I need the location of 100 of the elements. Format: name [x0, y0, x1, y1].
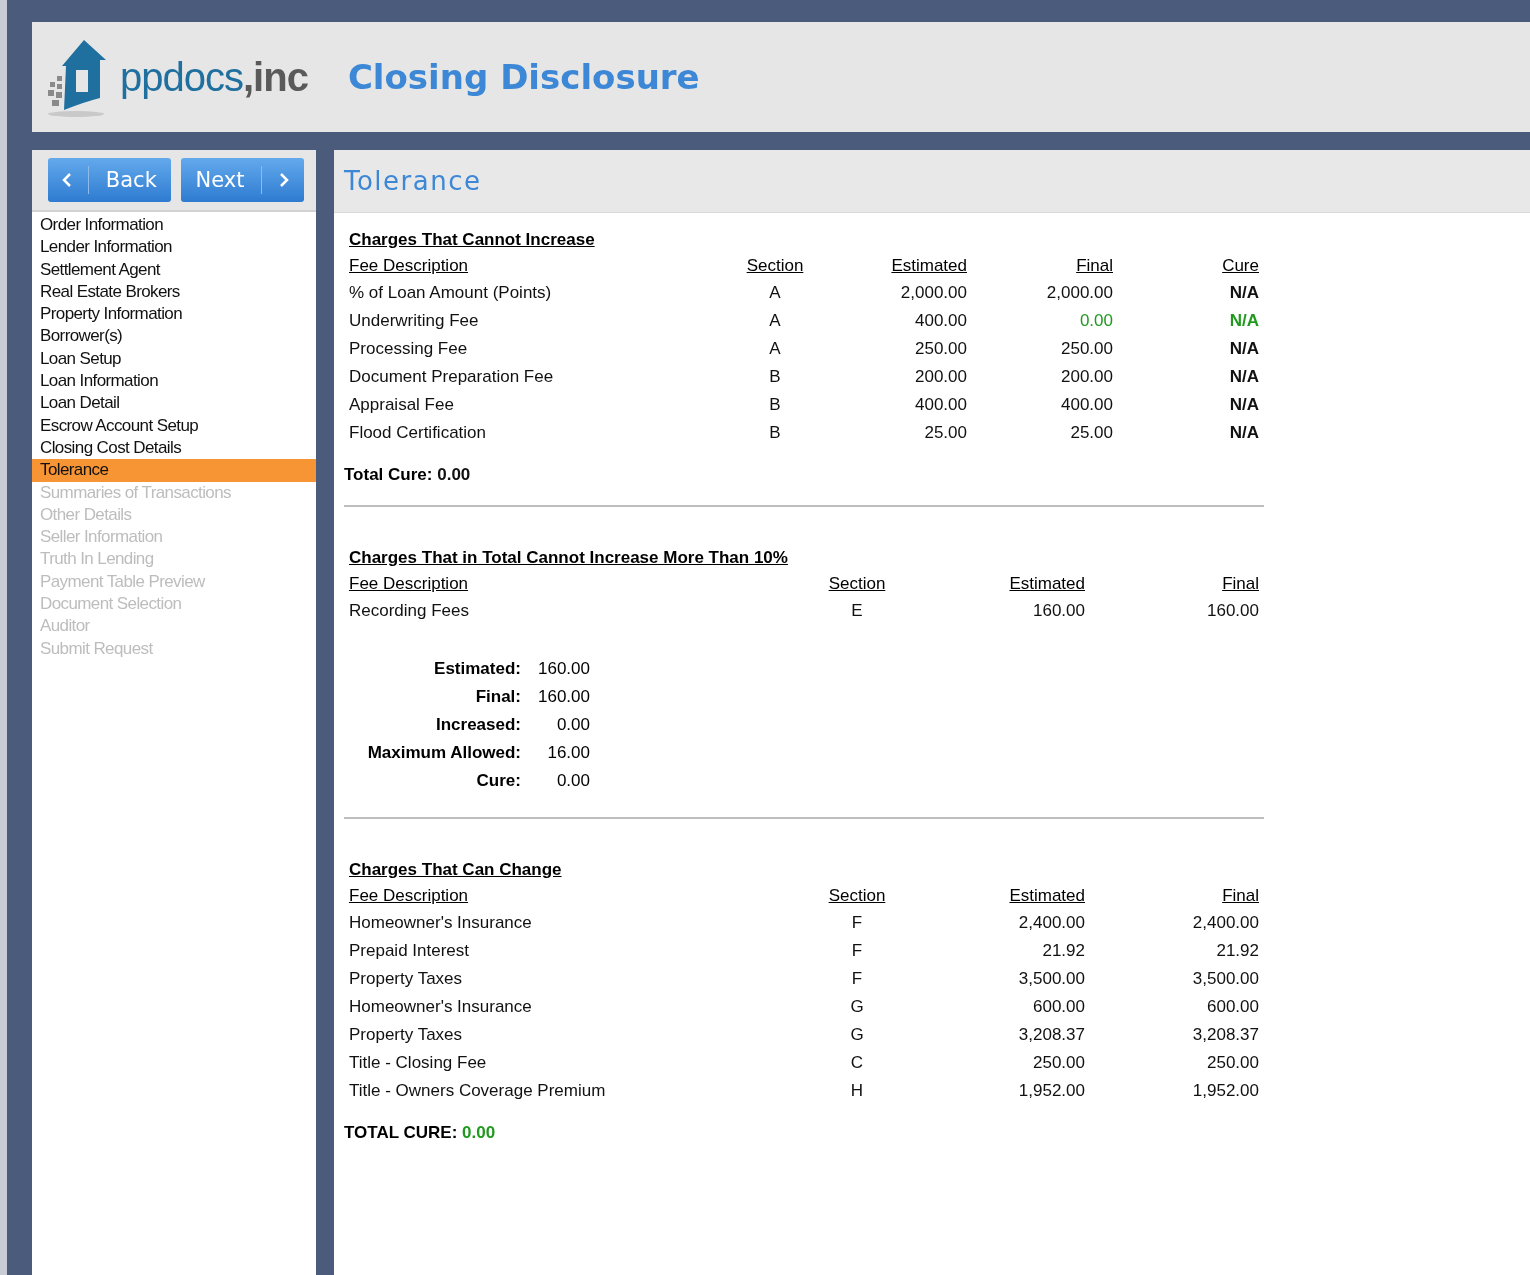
summary-value: 0.00: [555, 770, 590, 792]
table-cell-text: Processing Fee: [349, 338, 469, 360]
table-cell: 25.00: [967, 419, 1113, 447]
chevron-right-icon: [279, 172, 290, 188]
sidebar-item[interactable]: Lender Information: [32, 236, 316, 259]
section-heading: Charges That Can Change: [349, 859, 563, 881]
table-cell: N/A: [1113, 279, 1259, 307]
table-cell-text: Property Taxes: [349, 1024, 464, 1046]
table-cell-text: Title - Closing Fee: [349, 1052, 488, 1074]
column-header: Cure: [1113, 253, 1259, 279]
table-cell: 2,400.00: [1085, 909, 1259, 937]
sidebar-item[interactable]: Loan Detail: [32, 392, 316, 415]
total-cure: Total Cure: 0.00: [344, 465, 472, 485]
table-cell-text: B: [768, 366, 782, 388]
table-cell: N/A: [1113, 391, 1259, 419]
table-cell-text: Appraisal Fee: [349, 394, 455, 416]
section-heading: Charges That in Total Cannot Increase More Than 10%: [349, 547, 789, 569]
table-cell: 21.92: [1085, 937, 1259, 965]
table-cell-text: G: [849, 1024, 865, 1046]
summary-value: 0.00: [555, 714, 590, 736]
table-cell-text: H: [849, 1080, 865, 1102]
table-cell-text: 2,400.00: [1017, 912, 1085, 934]
table-cell-text: 25.00: [923, 422, 967, 444]
column-header: Final: [1085, 571, 1259, 597]
table-cell-text: Recording Fees: [349, 600, 470, 622]
sidebar-item[interactable]: Property Information: [32, 303, 316, 326]
summary-label: Increased:: [434, 714, 521, 736]
table-cell: 250.00: [1085, 1049, 1259, 1077]
column-header: Estimated: [1008, 885, 1085, 907]
summary-value: 160.00: [537, 658, 590, 680]
column-header: Section: [827, 573, 887, 595]
table-cell: N/A: [1113, 307, 1259, 335]
column-header: Section: [827, 885, 887, 907]
table-cell-text: 200.00: [914, 366, 967, 388]
table-cell-text: B: [768, 422, 782, 444]
sidebar-item[interactable]: Borrower(s): [32, 325, 316, 348]
table-cell: 3,500.00: [1085, 965, 1259, 993]
sidebar-item[interactable]: Settlement Agent: [32, 258, 316, 281]
column-header: Fee Description: [349, 573, 470, 595]
table-cell-text: 3,208.37: [1017, 1024, 1085, 1046]
column-header: Fee Description: [349, 885, 470, 907]
page-title: Tolerance: [344, 166, 482, 196]
sidebar-item[interactable]: Loan Setup: [32, 347, 316, 371]
table-cell: N/A: [1113, 363, 1259, 391]
sidebar-item[interactable]: Real Estate Brokers: [32, 280, 316, 304]
sidebar-item[interactable]: Escrow Account Setup: [32, 414, 316, 437]
logo-text: ppdocs,inc: [120, 54, 308, 100]
column-header: Estimated: [1008, 573, 1085, 595]
table-cell-text: A: [768, 282, 782, 304]
table-cell-text: 600.00: [1032, 996, 1085, 1018]
table-cell-text: 3,500.00: [1017, 968, 1085, 990]
table-cell-text: 250.00: [914, 338, 967, 360]
table-cell: 160.00: [1085, 597, 1259, 625]
table-cell-text: F: [850, 912, 864, 934]
table-cell: 200.00: [967, 363, 1113, 391]
table-cell-text: Prepaid Interest: [349, 940, 470, 962]
table-cell-text: 21.92: [1041, 940, 1085, 962]
column-header: Section: [745, 255, 805, 277]
sidebar-item[interactable]: Tolerance: [32, 459, 316, 482]
sidebar-item[interactable]: Order Information: [32, 214, 316, 237]
section-heading: Charges That Cannot Increase: [349, 229, 596, 251]
table-cell-text: G: [849, 996, 865, 1018]
table-cell-text: F: [850, 940, 864, 962]
table-cell-text: 160.00: [1032, 600, 1085, 622]
summary-label: Cure:: [475, 770, 521, 792]
column-header: Fee Description: [349, 255, 470, 277]
column-header: Estimated: [890, 255, 967, 277]
summary-label: Estimated:: [433, 658, 521, 680]
table-cell-text: 250.00: [1032, 1052, 1085, 1074]
column-header: Final: [967, 253, 1113, 279]
table-cell-text: F: [850, 968, 864, 990]
table-cell-text: 2,000.00: [899, 282, 967, 304]
chevron-left-icon: [62, 172, 73, 188]
table-cell: 400.00: [967, 391, 1113, 419]
table-cell-text: Underwriting Fee: [349, 310, 480, 332]
summary-label: Maximum Allowed:: [366, 742, 521, 764]
table-cell-text: Homeowner's Insurance: [349, 996, 533, 1018]
table-cell-text: Document Preparation Fee: [349, 366, 555, 388]
table-cell-text: A: [768, 310, 782, 332]
table-cell: 0.00: [967, 307, 1113, 335]
column-header: Final: [1085, 883, 1259, 909]
total-cure: TOTAL CURE: 0.00: [344, 1123, 497, 1143]
sidebar-item[interactable]: Loan Information: [32, 370, 316, 393]
summary-value: 160.00: [537, 686, 590, 708]
table-cell-text: A: [768, 338, 782, 360]
table-cell: 3,208.37: [1085, 1021, 1259, 1049]
table-cell: 600.00: [1085, 993, 1259, 1021]
table-cell-text: 1,952.00: [1017, 1080, 1085, 1102]
sidebar-item[interactable]: Closing Cost Details: [32, 436, 316, 460]
table-cell-text: E: [850, 600, 864, 622]
table-cell: 250.00: [967, 335, 1113, 363]
table-cell-text: % of Loan Amount (Points): [349, 282, 553, 304]
table-cell-text: Title - Owners Coverage Premium: [349, 1080, 607, 1102]
table-cell-text: Property Taxes: [349, 968, 464, 990]
table-cell-text: Homeowner's Insurance: [349, 912, 533, 934]
table-cell-text: C: [849, 1052, 865, 1074]
table-cell: N/A: [1113, 335, 1259, 363]
summary-label: Final:: [474, 686, 521, 708]
table-cell-text: B: [768, 394, 782, 416]
table-cell-text: 400.00: [914, 310, 967, 332]
